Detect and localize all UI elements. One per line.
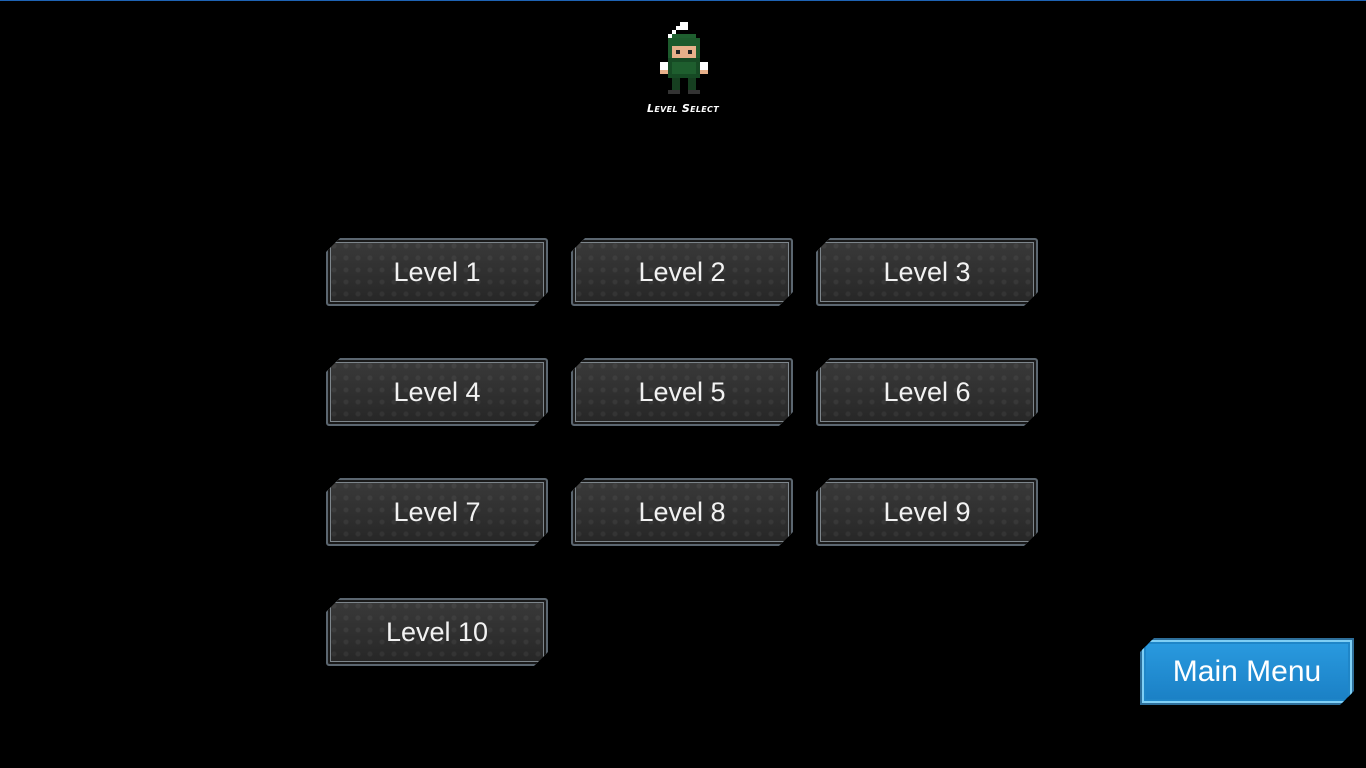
- level-select-header: Level Select: [633, 22, 733, 122]
- level-button-label: Level 2: [638, 256, 726, 287]
- level-button-label: Level 10: [385, 616, 489, 647]
- window-top-edge: [0, 0, 1366, 1]
- level-2-button[interactable]: Level 2: [571, 238, 793, 306]
- level-5-button[interactable]: Level 5: [571, 358, 793, 426]
- level-8-button[interactable]: Level 8: [571, 478, 793, 546]
- level-button-label: Level 3: [883, 256, 971, 287]
- level-button-label: Level 4: [393, 376, 481, 407]
- level-7-button[interactable]: Level 7: [326, 478, 548, 546]
- level-1-button[interactable]: Level 1: [326, 238, 548, 306]
- level-4-button[interactable]: Level 4: [326, 358, 548, 426]
- level-button-label: Level 5: [638, 376, 726, 407]
- level-button-label: Level 9: [883, 496, 971, 527]
- pixel-soldier-icon: [660, 22, 708, 94]
- level-button-label: Level 8: [638, 496, 726, 527]
- level-3-button[interactable]: Level 3: [816, 238, 1038, 306]
- page-title: Level Select: [647, 102, 719, 115]
- main-menu-label: Main Menu: [1172, 654, 1322, 688]
- level-button-label: Level 7: [393, 496, 481, 527]
- level-button-label: Level 6: [883, 376, 971, 407]
- level-10-button[interactable]: Level 10: [326, 598, 548, 666]
- level-6-button[interactable]: Level 6: [816, 358, 1038, 426]
- level-9-button[interactable]: Level 9: [816, 478, 1038, 546]
- level-button-label: Level 1: [393, 256, 481, 287]
- main-menu-button[interactable]: Main Menu: [1140, 638, 1354, 705]
